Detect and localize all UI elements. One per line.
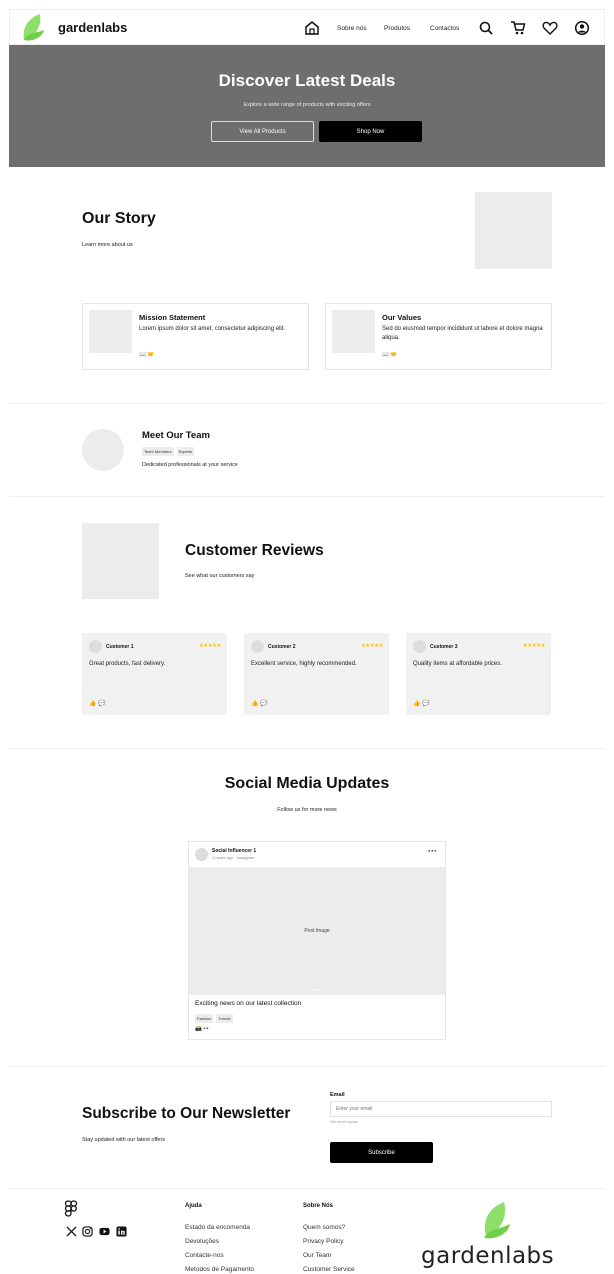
email-input[interactable] [330,1101,552,1117]
view-all-products-button[interactable]: View All Products [211,121,314,142]
social-title: Social Media Updates [224,775,390,792]
x-icon[interactable] [66,1226,77,1237]
reviewer-avatar [89,640,102,653]
post-caption: Exciting news on our latest collection [195,1000,302,1007]
heart-icon[interactable] [542,20,558,36]
review-card[interactable]: Customer 2 ★★★★★ Excellent service, high… [244,633,389,715]
more-options-icon[interactable]: ··· [428,846,437,856]
tag-team-members[interactable]: Team Members [142,447,174,456]
youtube-icon[interactable] [99,1226,110,1237]
team-title: Meet Our Team [142,430,210,441]
review-text: Great products, fast delivery. [89,661,166,667]
hero-title: Discover Latest Deals [218,71,396,90]
social-post-card[interactable]: Social Influencer 1 2 hours ago · Instag… [188,841,446,1040]
post-author[interactable]: Social Influencer 1 [212,848,256,854]
mission-card[interactable]: Mission Statement Lorem ipsum dolor sit … [82,303,309,370]
carousel-dots[interactable]: ● ● ● ● [189,987,445,992]
post-image[interactable]: Post Image ● ● ● ● [189,867,445,995]
post-image-label: Post Image [304,928,330,934]
review-card[interactable]: Customer 3 ★★★★★ Quality items at afford… [406,633,551,715]
cart-icon[interactable] [510,20,526,36]
footer-brand: gardenlabs [421,1243,555,1269]
star-rating: ★★★★★ [522,643,546,649]
review-text: Excellent service, highly recommended. [251,661,357,667]
review-actions[interactable]: 👍 💬 [413,700,430,707]
shop-now-button[interactable]: Shop Now [319,121,422,142]
values-card[interactable]: Our Values Sed do eiusmod tempor incidid… [325,303,552,370]
user-account-icon[interactable] [574,20,590,36]
card-image-placeholder [332,310,375,353]
figma-icon[interactable] [64,1200,78,1218]
nav-link-sobre-nos[interactable]: Sobre nós [337,25,367,32]
team-subtitle: Dedicated professionals at your service [142,462,238,468]
card-text: Sed do eiusmod tempor incididunt ut labo… [382,326,543,341]
leaf-logo-icon[interactable] [20,12,46,42]
card-title: Mission Statement [139,313,206,322]
card-text: Lorem ipsum dolor sit amet, consectetur … [139,326,286,332]
post-reactions[interactable]: 📸 👀 [195,1026,210,1032]
footer-link[interactable]: Estado da encomenda [185,1224,250,1231]
team-tags: Team Members Experts [142,447,195,456]
post-tags: Fashion Trends [195,1014,233,1023]
reviews-subtitle: See what our customers say [185,573,255,579]
reviewer-name: Customer 3 [430,644,458,650]
card-image-placeholder [89,310,132,353]
review-card[interactable]: Customer 1 ★★★★★ Great products, fast de… [82,633,227,715]
reviews-image-placeholder [82,523,159,599]
newsletter-subtitle: Stay updated with our latest offers [82,1137,166,1143]
subscribe-button[interactable]: Subscribe [330,1142,433,1163]
nav-link-produtos[interactable]: Produtos [384,25,410,32]
reviews-title: Customer Reviews [185,542,324,559]
tag-fashion[interactable]: Fashion [195,1014,214,1023]
card-title: Our Values [382,313,422,322]
nav-link-contactos[interactable]: Contactos [430,25,459,32]
reviewer-avatar [413,640,426,653]
hero-subtitle: Explore a wide range of products with ex… [243,102,371,108]
email-hint: We never spam [330,1119,358,1124]
search-icon[interactable] [478,20,494,36]
linkedin-icon[interactable] [116,1226,127,1237]
footer-heading-sobre-nos: Sobre Nós [303,1203,334,1209]
story-title: Our Story [82,210,156,227]
section-divider [9,1188,605,1189]
story-image-placeholder [475,192,552,269]
post-meta: 2 hours ago · Instagram [212,855,255,860]
story-subtitle: Learn more about us [82,242,133,248]
footer-heading-ajuda: Ajuda [185,1203,202,1209]
hero-banner: Discover Latest Deals Explore a wide ran… [9,45,605,167]
section-divider [9,748,605,749]
card-icons: 📖 🤝 [139,352,155,358]
review-actions[interactable]: 👍 💬 [251,700,268,707]
team-avatar [82,429,124,471]
tag-experts[interactable]: Experts [176,447,195,456]
reviewer-name: Customer 2 [268,644,296,650]
reviewer-avatar [251,640,264,653]
newsletter-title: Subscribe to Our Newsletter [82,1105,291,1122]
reviewer-name: Customer 1 [106,644,134,650]
star-rating: ★★★★★ [360,643,384,649]
home-icon[interactable] [304,20,320,36]
section-divider [9,403,605,404]
section-divider [9,496,605,497]
top-navbar: gardenlabs Sobre nós Produtos Contactos [9,9,605,45]
brand-name[interactable]: gardenlabs [58,20,127,35]
review-text: Quality items at affordable prices. [413,661,502,667]
star-rating: ★★★★★ [198,643,222,649]
post-author-avatar [195,848,208,861]
tag-trends[interactable]: Trends [216,1014,233,1023]
instagram-icon[interactable] [82,1226,93,1237]
section-divider [9,1066,605,1067]
card-icons: 📖 🤝 [382,352,398,358]
social-subtitle: Follow us for more news [277,807,337,813]
email-label: Email [330,1092,345,1098]
footer-link[interactable]: Quem somos? [303,1224,345,1231]
leaf-logo-icon [484,1202,510,1239]
review-actions[interactable]: 👍 💬 [89,700,106,707]
